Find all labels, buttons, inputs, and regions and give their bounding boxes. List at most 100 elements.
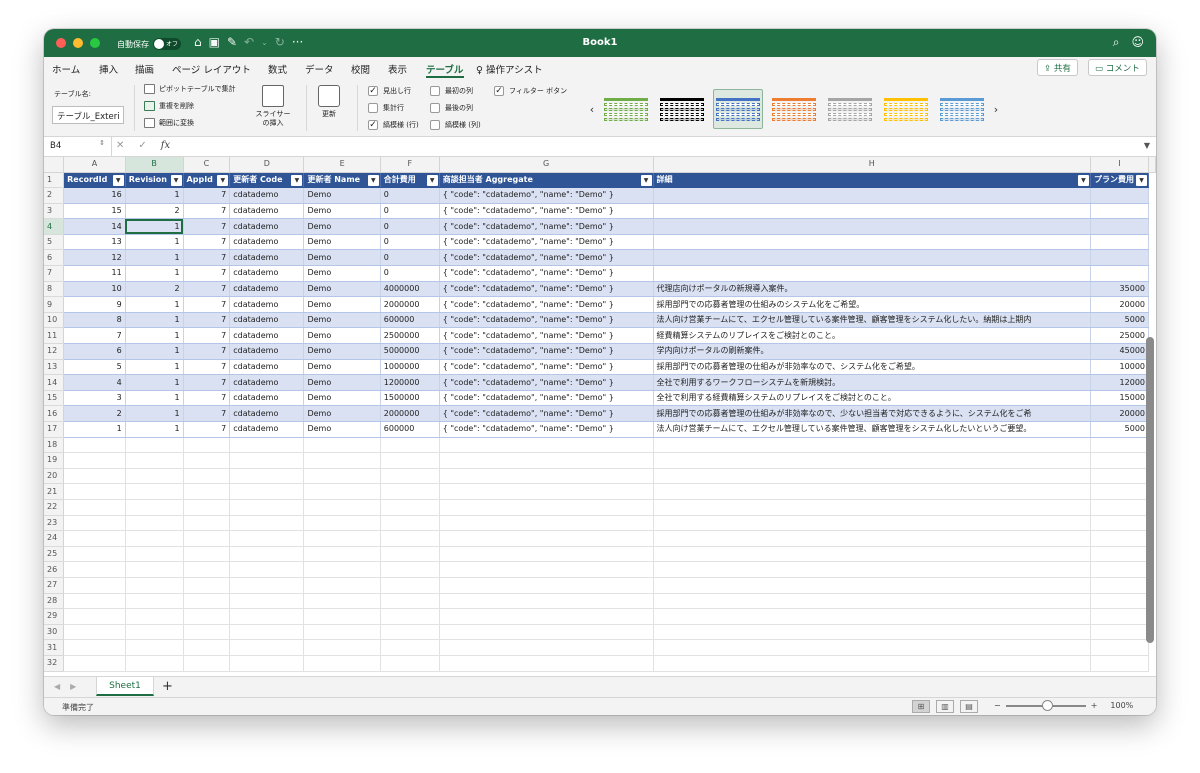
row-header[interactable]: 17: [44, 421, 65, 438]
empty-cell[interactable]: [439, 530, 654, 547]
table-cell[interactable]: cdatademo: [229, 218, 305, 235]
table-cell[interactable]: 0: [380, 203, 440, 220]
tab-home[interactable]: ホーム: [52, 62, 80, 76]
zoom-window-button[interactable]: [90, 38, 100, 48]
row-header[interactable]: 18: [44, 437, 65, 454]
empty-cell[interactable]: [63, 515, 126, 532]
table-cell[interactable]: cdatademo: [229, 343, 305, 360]
table-cell[interactable]: Demo: [303, 421, 381, 438]
table-cell[interactable]: cdatademo: [229, 265, 305, 282]
tab-draw[interactable]: 描画: [135, 62, 154, 76]
filter-dropdown-icon[interactable]: ▼: [367, 174, 379, 186]
empty-cell[interactable]: [125, 639, 184, 656]
table-cell[interactable]: Demo: [303, 374, 381, 391]
empty-cell[interactable]: [380, 515, 440, 532]
empty-cell[interactable]: [303, 483, 381, 500]
filter-dropdown-icon[interactable]: ▼: [112, 174, 124, 186]
empty-cell[interactable]: [1090, 468, 1150, 485]
empty-cell[interactable]: [380, 655, 440, 672]
empty-cell[interactable]: [63, 437, 126, 454]
empty-cell[interactable]: [303, 437, 381, 454]
table-header-cell[interactable]: プラン費用 ▼: [1090, 172, 1150, 189]
normal-view-icon[interactable]: ⊞: [912, 700, 930, 713]
empty-cell[interactable]: [1090, 624, 1150, 641]
table-cell[interactable]: 7: [183, 281, 231, 298]
empty-cell[interactable]: [303, 577, 381, 594]
table-cell[interactable]: 法人向け営業チームにて、エクセル管理している案件管理、顧客管理をシステム化したい…: [653, 421, 1091, 438]
empty-cell[interactable]: [439, 546, 654, 563]
table-cell[interactable]: 1: [63, 421, 126, 438]
table-cell[interactable]: 12000: [1090, 374, 1150, 391]
empty-cell[interactable]: [63, 624, 126, 641]
tab-table[interactable]: テーブル: [426, 62, 463, 76]
table-cell[interactable]: 7: [183, 390, 231, 407]
empty-cell[interactable]: [183, 499, 231, 516]
zoom-slider-thumb[interactable]: [1041, 699, 1053, 711]
row-header[interactable]: 25: [44, 546, 65, 563]
table-cell[interactable]: 1: [125, 327, 184, 345]
row-header[interactable]: 2: [44, 187, 65, 204]
table-cell[interactable]: Demo: [303, 359, 381, 376]
table-cell[interactable]: cdatademo: [229, 234, 305, 251]
select-all-corner[interactable]: [44, 157, 65, 173]
empty-cell[interactable]: [653, 546, 1091, 563]
table-cell[interactable]: Demo: [303, 265, 381, 282]
table-header-cell[interactable]: 更新者 Name ▼: [303, 172, 381, 189]
table-cell[interactable]: 2: [63, 405, 126, 422]
table-header-cell[interactable]: RecordId ▼: [63, 172, 126, 189]
empty-cell[interactable]: [439, 655, 654, 672]
table-cell[interactable]: 7: [183, 343, 231, 360]
empty-cell[interactable]: [125, 624, 184, 641]
table-cell[interactable]: [653, 203, 1091, 220]
table-cell[interactable]: 法人向け営業チームにて、エクセル管理している案件管理、顧客管理をシステム化したい…: [653, 312, 1091, 329]
empty-cell[interactable]: [229, 639, 305, 656]
empty-cell[interactable]: [653, 593, 1091, 610]
table-cell[interactable]: 600000: [380, 421, 440, 438]
minimize-window-button[interactable]: [73, 38, 83, 48]
table-cell[interactable]: 600000: [380, 312, 440, 329]
table-cell[interactable]: { "code": "cdatademo", "name": "Demo" }: [439, 234, 654, 251]
table-cell[interactable]: 10000: [1090, 359, 1150, 376]
table-cell[interactable]: cdatademo: [229, 374, 305, 391]
column-header[interactable]: I: [1090, 157, 1150, 173]
table-cell[interactable]: { "code": "cdatademo", "name": "Demo" }: [439, 390, 654, 407]
table-cell[interactable]: 採用部門での応募者管理の仕組みが非効率なので、システム化をご希望。: [653, 359, 1091, 376]
tab-insert[interactable]: 挿入: [99, 62, 118, 76]
table-cell[interactable]: [1090, 218, 1150, 235]
table-cell[interactable]: 13: [63, 234, 126, 251]
table-cell[interactable]: Demo: [303, 343, 381, 360]
empty-cell[interactable]: [183, 452, 231, 469]
table-cell[interactable]: 7: [183, 218, 231, 235]
chevron-down-icon[interactable]: ⌄: [261, 38, 268, 49]
home-icon[interactable]: ⌂: [194, 35, 202, 49]
empty-cell[interactable]: [653, 624, 1091, 641]
empty-cell[interactable]: [229, 468, 305, 485]
table-cell[interactable]: 経費精算システムのリプレイスをご検討とのこと。: [653, 327, 1091, 345]
empty-cell[interactable]: [63, 546, 126, 563]
table-cell[interactable]: 20000: [1090, 405, 1150, 422]
expand-formula-icon[interactable]: ▼: [1144, 141, 1150, 150]
empty-cell[interactable]: [303, 499, 381, 516]
empty-cell[interactable]: [1090, 483, 1150, 500]
empty-cell[interactable]: [63, 561, 126, 578]
table-cell[interactable]: Demo: [303, 390, 381, 407]
table-cell[interactable]: 全社で利用する経費精算システムのリプレイスをご検討とのこと。: [653, 390, 1091, 407]
empty-cell[interactable]: [303, 452, 381, 469]
empty-cell[interactable]: [380, 452, 440, 469]
empty-cell[interactable]: [125, 608, 184, 625]
table-cell[interactable]: 7: [63, 327, 126, 345]
table-cell[interactable]: 1500000: [380, 390, 440, 407]
empty-cell[interactable]: [183, 577, 231, 594]
row-header[interactable]: 10: [44, 312, 65, 329]
empty-cell[interactable]: [439, 515, 654, 532]
empty-cell[interactable]: [125, 499, 184, 516]
empty-cell[interactable]: [63, 593, 126, 610]
table-header-cell[interactable]: 更新者 Code ▼: [229, 172, 305, 189]
table-cell[interactable]: Demo: [303, 249, 381, 267]
empty-cell[interactable]: [125, 530, 184, 547]
empty-cell[interactable]: [183, 515, 231, 532]
empty-cell[interactable]: [439, 468, 654, 485]
undo-icon[interactable]: ↶: [244, 35, 254, 49]
table-cell[interactable]: 1: [125, 343, 184, 360]
tab-tell-me[interactable]: ♀ 操作アシスト: [476, 62, 543, 76]
